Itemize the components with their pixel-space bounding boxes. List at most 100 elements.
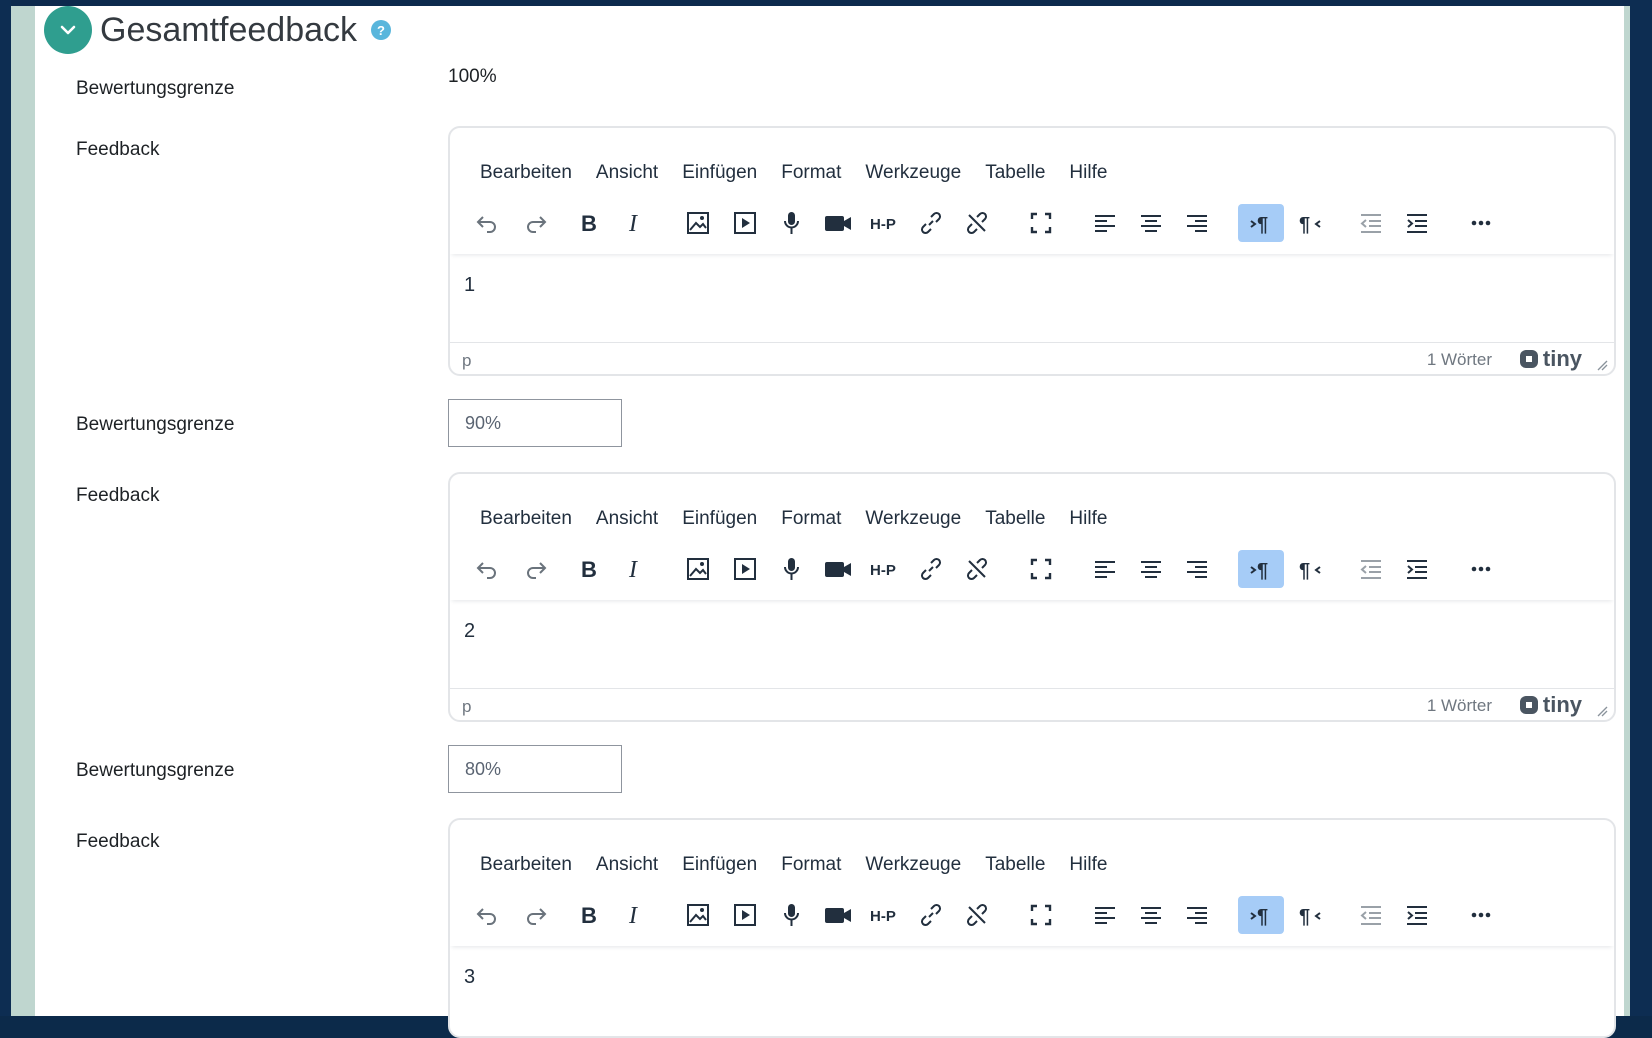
grade-boundary-input[interactable] — [448, 745, 622, 793]
image-button[interactable] — [675, 204, 721, 242]
tiny-logo[interactable]: tiny — [1518, 346, 1582, 372]
outdent-button[interactable] — [1348, 204, 1394, 242]
link-button[interactable] — [908, 896, 954, 934]
italic-button[interactable]: I — [611, 204, 657, 242]
menu-item-einfügen[interactable]: Einfügen — [682, 162, 757, 194]
menu-item-bearbeiten[interactable]: Bearbeiten — [480, 162, 572, 194]
menu-item-format[interactable]: Format — [781, 854, 841, 886]
unlink-button[interactable] — [954, 896, 1000, 934]
undo-button[interactable] — [464, 204, 510, 242]
record-video-button[interactable] — [815, 896, 861, 934]
grade-boundary-value: 100% — [448, 66, 497, 87]
menu-item-tabelle[interactable]: Tabelle — [985, 162, 1045, 194]
align-left-button[interactable] — [1082, 204, 1128, 242]
menu-item-ansicht[interactable]: Ansicht — [596, 162, 658, 194]
more-button[interactable] — [1458, 896, 1504, 934]
h5p-button[interactable]: H-P — [861, 204, 907, 242]
tiny-logo[interactable]: tiny — [1518, 692, 1582, 718]
unlink-icon — [966, 557, 988, 581]
undo-button[interactable] — [464, 896, 510, 934]
record-video-button[interactable] — [815, 550, 861, 588]
link-button[interactable] — [908, 550, 954, 588]
align-center-button[interactable] — [1128, 550, 1174, 588]
menu-item-ansicht[interactable]: Ansicht — [596, 508, 658, 540]
h5p-button[interactable]: H-P — [861, 550, 907, 588]
fullscreen-button[interactable] — [1018, 204, 1064, 242]
record-video-button[interactable] — [815, 204, 861, 242]
italic-button[interactable]: I — [611, 550, 657, 588]
align-center-button[interactable] — [1128, 204, 1174, 242]
rtl-button[interactable]: ¶ — [1287, 204, 1333, 242]
menu-item-hilfe[interactable]: Hilfe — [1069, 854, 1107, 886]
indent-button[interactable] — [1394, 550, 1440, 588]
bold-button[interactable]: B — [565, 550, 611, 588]
editor-content-area[interactable]: 2 — [450, 600, 1614, 688]
editor-content-area[interactable]: 1 — [450, 254, 1614, 342]
ltr-button[interactable]: ¶ — [1238, 204, 1284, 242]
fullscreen-button[interactable] — [1018, 550, 1064, 588]
image-button[interactable] — [675, 896, 721, 934]
collapse-section-button[interactable] — [44, 6, 92, 54]
resize-handle-icon[interactable] — [1596, 705, 1608, 717]
rtl-button[interactable]: ¶ — [1287, 896, 1333, 934]
menu-item-ansicht[interactable]: Ansicht — [596, 854, 658, 886]
record-audio-button[interactable] — [768, 896, 814, 934]
fullscreen-button[interactable] — [1018, 896, 1064, 934]
bold-button[interactable]: B — [565, 204, 611, 242]
align-right-button[interactable] — [1174, 204, 1220, 242]
indent-button[interactable] — [1394, 204, 1440, 242]
link-button[interactable] — [908, 204, 954, 242]
element-path[interactable]: p — [462, 351, 471, 371]
menu-item-werkzeuge[interactable]: Werkzeuge — [865, 854, 961, 886]
menu-item-hilfe[interactable]: Hilfe — [1069, 508, 1107, 540]
grade-boundary-input[interactable] — [448, 399, 622, 447]
menu-item-tabelle[interactable]: Tabelle — [985, 508, 1045, 540]
help-icon[interactable]: ? — [371, 20, 392, 40]
more-button[interactable] — [1458, 204, 1504, 242]
grade-boundary-label: Bewertungsgrenze — [76, 78, 235, 99]
record-audio-icon — [784, 558, 799, 580]
word-count[interactable]: 1 Wörter — [1427, 350, 1492, 370]
menu-item-bearbeiten[interactable]: Bearbeiten — [480, 508, 572, 540]
editor-content-area[interactable]: 3 — [450, 946, 1614, 1034]
record-audio-button[interactable] — [768, 204, 814, 242]
ltr-button[interactable]: ¶ — [1238, 550, 1284, 588]
resize-handle-icon[interactable] — [1596, 359, 1608, 371]
align-left-button[interactable] — [1082, 896, 1128, 934]
bold-button[interactable]: B — [565, 896, 611, 934]
media-button[interactable] — [722, 550, 768, 588]
outdent-button[interactable] — [1348, 550, 1394, 588]
indent-button[interactable] — [1394, 896, 1440, 934]
unlink-button[interactable] — [954, 550, 1000, 588]
menu-item-werkzeuge[interactable]: Werkzeuge — [865, 508, 961, 540]
menu-item-werkzeuge[interactable]: Werkzeuge — [865, 162, 961, 194]
h5p-button[interactable]: H-P — [861, 896, 907, 934]
redo-button[interactable] — [513, 204, 559, 242]
word-count[interactable]: 1 Wörter — [1427, 696, 1492, 716]
ltr-button[interactable]: ¶ — [1238, 896, 1284, 934]
element-path[interactable]: p — [462, 697, 471, 717]
undo-button[interactable] — [464, 550, 510, 588]
redo-button[interactable] — [513, 896, 559, 934]
media-button[interactable] — [722, 204, 768, 242]
align-right-button[interactable] — [1174, 550, 1220, 588]
italic-button[interactable]: I — [611, 896, 657, 934]
align-center-button[interactable] — [1128, 896, 1174, 934]
unlink-button[interactable] — [954, 204, 1000, 242]
more-button[interactable] — [1458, 550, 1504, 588]
menu-item-format[interactable]: Format — [781, 508, 841, 540]
align-left-button[interactable] — [1082, 550, 1128, 588]
align-right-button[interactable] — [1174, 896, 1220, 934]
menu-item-hilfe[interactable]: Hilfe — [1069, 162, 1107, 194]
image-button[interactable] — [675, 550, 721, 588]
redo-button[interactable] — [513, 550, 559, 588]
media-button[interactable] — [722, 896, 768, 934]
menu-item-tabelle[interactable]: Tabelle — [985, 854, 1045, 886]
menu-item-bearbeiten[interactable]: Bearbeiten — [480, 854, 572, 886]
outdent-button[interactable] — [1348, 896, 1394, 934]
rtl-button[interactable]: ¶ — [1287, 550, 1333, 588]
menu-item-format[interactable]: Format — [781, 162, 841, 194]
menu-item-einfügen[interactable]: Einfügen — [682, 508, 757, 540]
menu-item-einfügen[interactable]: Einfügen — [682, 854, 757, 886]
record-audio-button[interactable] — [768, 550, 814, 588]
